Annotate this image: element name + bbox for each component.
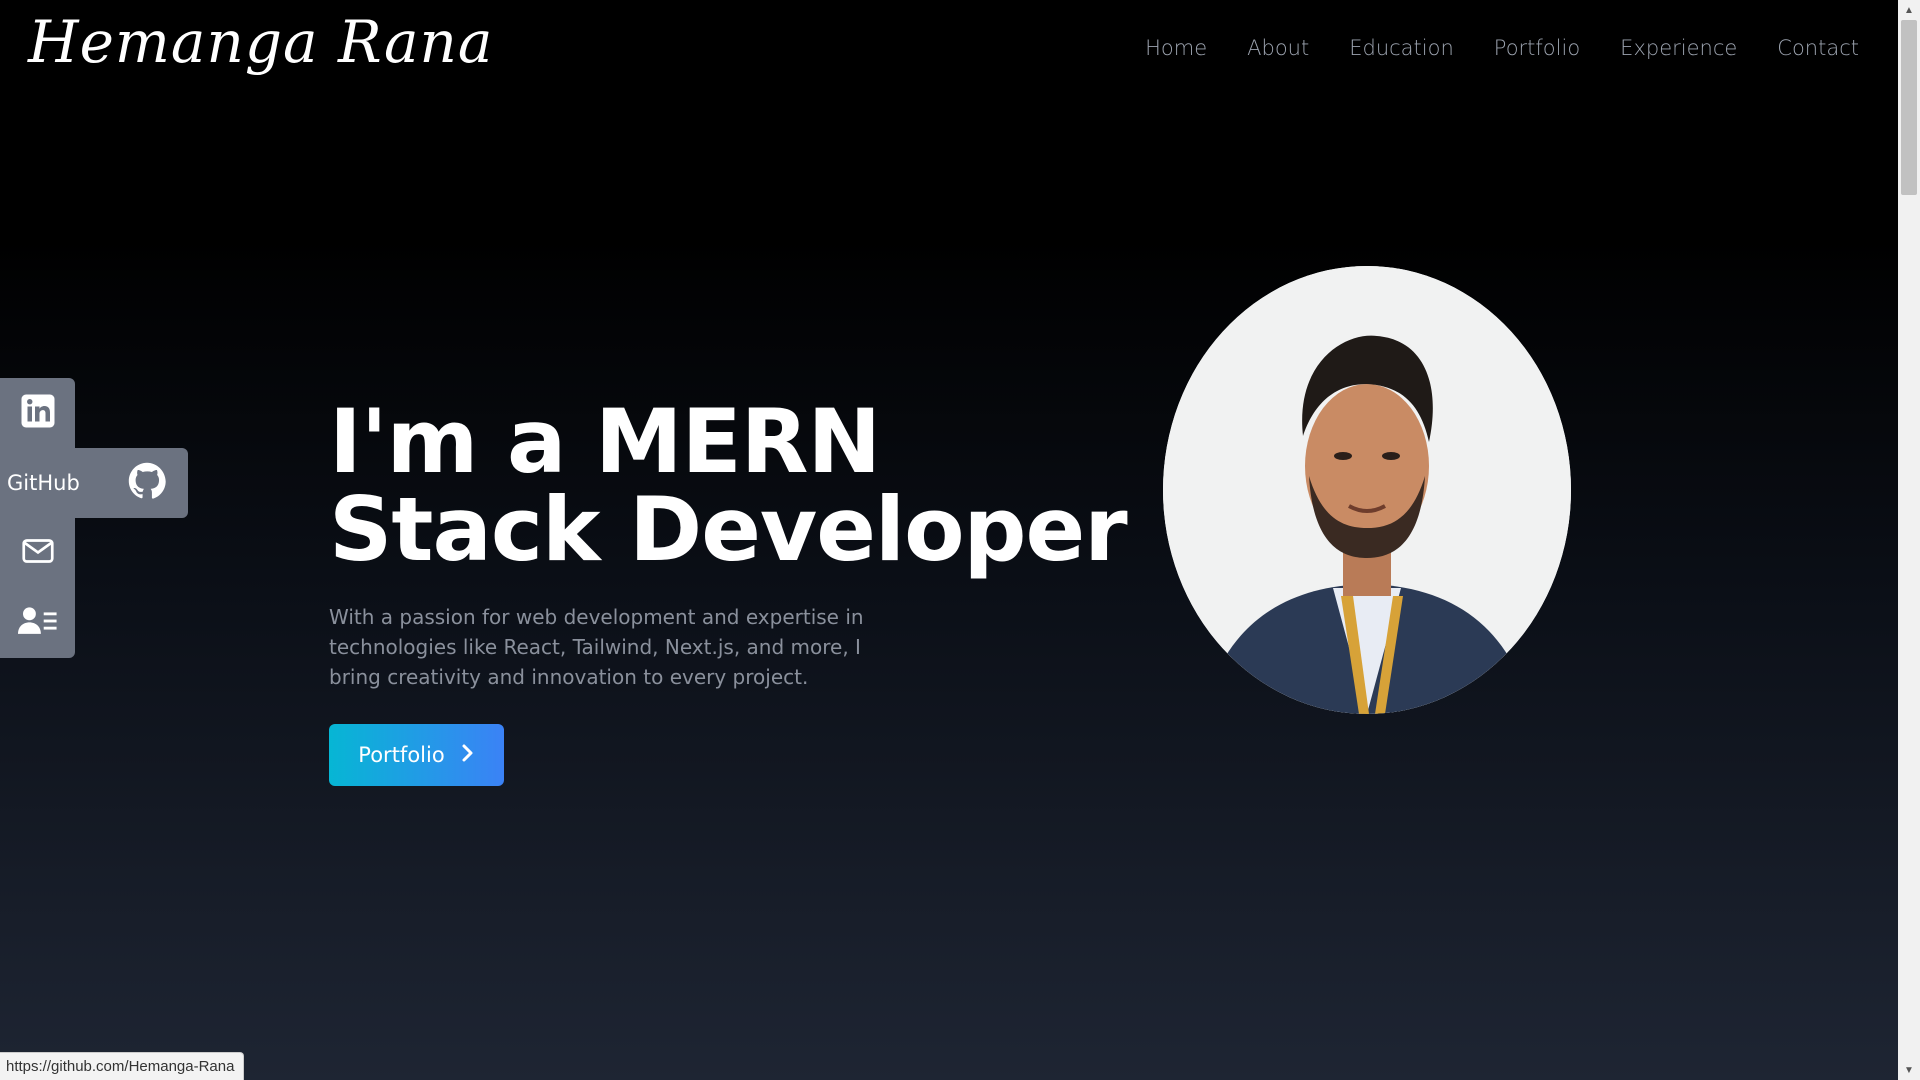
github-link[interactable]: GitHub [0, 448, 188, 518]
status-bar-url: https://github.com/Hemanga-Rana [0, 1052, 245, 1080]
linkedin-link[interactable] [0, 378, 75, 448]
email-link[interactable] [0, 518, 75, 588]
portfolio-button-label: Portfolio [358, 743, 445, 767]
page-scrollbar[interactable]: ▲ ▼ [1898, 0, 1920, 1080]
nav-link-portfolio[interactable]: Portfolio [1494, 36, 1580, 60]
scroll-down-arrow-icon[interactable]: ▼ [1898, 1060, 1920, 1080]
nav-links: Home About Education Portfolio Experienc… [1145, 36, 1859, 60]
resume-link[interactable] [0, 588, 75, 658]
nav-link-experience[interactable]: Experience [1620, 36, 1737, 60]
profile-photo [1163, 266, 1571, 714]
nav-link-contact[interactable]: Contact [1777, 36, 1859, 60]
github-icon [128, 462, 166, 505]
resume-icon [17, 603, 58, 644]
chevron-right-icon [461, 743, 475, 768]
nav-link-home[interactable]: Home [1145, 36, 1207, 60]
nav-link-about[interactable]: About [1247, 36, 1309, 60]
github-label: GitHub [7, 471, 80, 495]
nav-link-education[interactable]: Education [1349, 36, 1454, 60]
hero-description: With a passion for web development and e… [329, 605, 864, 689]
scroll-thumb[interactable] [1901, 20, 1917, 195]
hero-title: I'm a MERN Stack Developer [329, 390, 1128, 581]
navbar: Hemanga Rana Home About Education Portfo… [0, 0, 1898, 100]
portfolio-button[interactable]: Portfolio [329, 724, 504, 786]
site-logo[interactable]: Hemanga Rana [28, 8, 494, 76]
scroll-up-arrow-icon[interactable]: ▲ [1898, 0, 1920, 20]
mail-icon [20, 533, 56, 574]
linkedin-icon [20, 393, 56, 434]
